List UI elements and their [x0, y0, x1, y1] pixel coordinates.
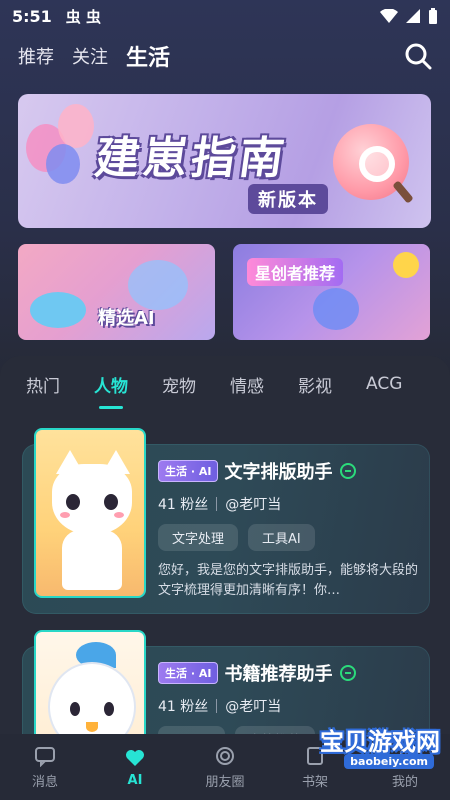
creator-recommend-card[interactable]: 星创者推荐: [233, 244, 430, 340]
banner-title: 建崽指南: [91, 133, 291, 184]
author-name[interactable]: @老叮当: [225, 696, 281, 716]
coin-icon: [393, 252, 419, 278]
online-status-icon: [340, 665, 357, 681]
watermark-url: baobeiy.com: [344, 754, 434, 769]
site-watermark: 宝贝游戏网 baobeiy.com: [300, 712, 440, 776]
tab-life[interactable]: 生活: [126, 40, 170, 72]
cat-eye: [66, 494, 80, 510]
category-tabs: 热门 人物 宠物 情感 影视 ACG: [0, 362, 450, 406]
fans-count: 41 粉丝: [158, 497, 209, 513]
cat-body: [62, 530, 122, 590]
cat-cheek: [114, 512, 124, 518]
bird-beak: [86, 722, 98, 732]
author-name[interactable]: @老叮当: [225, 494, 281, 514]
category-tab-acg[interactable]: ACG: [366, 374, 402, 394]
cat-eye: [104, 494, 118, 510]
card-name: 书籍推荐助手: [224, 664, 333, 685]
whale-mascot: [30, 292, 86, 328]
card-title-row: 生活 · AI 文字排版助手: [158, 458, 418, 484]
notification-icons: 虫 虫: [65, 7, 102, 26]
nav-ai[interactable]: AI: [100, 747, 170, 788]
status-time: 5:51: [12, 6, 52, 26]
scene-decoration: [128, 260, 188, 310]
creator-recommend-label: 星创者推荐: [247, 258, 344, 286]
bird-eye: [104, 702, 114, 716]
tab-recommend[interactable]: 推荐: [18, 43, 54, 69]
card-description: 您好，我是您的文字排版助手，能够将大段的文字梳理得更加清晰有序！你…: [158, 563, 418, 598]
tag-chip[interactable]: 工具AI: [248, 524, 315, 551]
status-bar: 5:51 虫 虫: [0, 0, 450, 32]
top-tabs: 推荐 关注 生活: [0, 36, 450, 76]
category-tab-hot[interactable]: 热门: [26, 372, 60, 397]
heart-icon: [126, 749, 144, 766]
featured-ai-label: 精选AI: [98, 308, 155, 329]
tab-follow[interactable]: 关注: [72, 43, 108, 69]
nav-moments-label: 朋友圈: [205, 774, 245, 790]
bird-eye: [70, 702, 80, 716]
message-icon: [35, 746, 55, 767]
nav-ai-label: AI: [127, 772, 143, 788]
balloon-decoration: [58, 104, 94, 148]
category-tab-pets[interactable]: 宠物: [162, 372, 196, 397]
ai-card[interactable]: 生活 · AI 文字排版助手 41 粉丝 @老叮当 文字处理 工具AI 您好，我…: [22, 428, 430, 614]
category-tab-emotion[interactable]: 情感: [230, 372, 264, 397]
battery-icon: [429, 8, 437, 24]
search-icon[interactable]: [404, 42, 432, 70]
category-tab-film[interactable]: 影视: [298, 372, 332, 397]
status-right: [380, 8, 438, 24]
signal-icon: [406, 9, 420, 23]
card-info: 生活 · AI 文字排版助手 41 粉丝 @老叮当 文字处理 工具AI 您好，我…: [158, 458, 418, 601]
banner-subtitle: 新版本: [248, 184, 328, 214]
card-title-row: 生活 · AI 书籍推荐助手: [158, 660, 418, 686]
magnifier-handle: [392, 180, 414, 204]
magnifier-icon: [359, 146, 395, 182]
nav-messages[interactable]: 消息: [10, 745, 80, 790]
category-tab-people[interactable]: 人物: [94, 372, 128, 397]
featured-ai-card[interactable]: 精选AI: [18, 244, 215, 340]
tag-chip[interactable]: 文字处理: [158, 524, 239, 551]
card-tags: 文字处理 工具AI: [158, 524, 418, 551]
category-badge: 生活 · AI: [158, 460, 219, 482]
fans-count: 41 粉丝: [158, 699, 209, 715]
meta-divider: [216, 699, 218, 713]
feature-banner[interactable]: 建崽指南 新版本: [18, 94, 431, 228]
scene-decoration: [313, 288, 359, 330]
watermark-text: 宝贝游戏网: [320, 728, 440, 756]
cat-face: [52, 464, 132, 534]
card-meta: 41 粉丝 @老叮当: [158, 494, 418, 514]
balloon-decoration: [46, 144, 80, 184]
cat-avatar: [34, 428, 146, 598]
meta-divider: [216, 497, 218, 511]
wifi-icon: [380, 9, 398, 23]
category-badge: 生活 · AI: [158, 662, 219, 684]
card-name: 文字排版助手: [224, 462, 333, 483]
nav-messages-label: 消息: [31, 774, 58, 790]
online-status-icon: [340, 463, 357, 479]
circle-icon: [216, 746, 234, 765]
nav-moments[interactable]: 朋友圈: [190, 745, 260, 790]
cat-cheek: [60, 512, 70, 518]
